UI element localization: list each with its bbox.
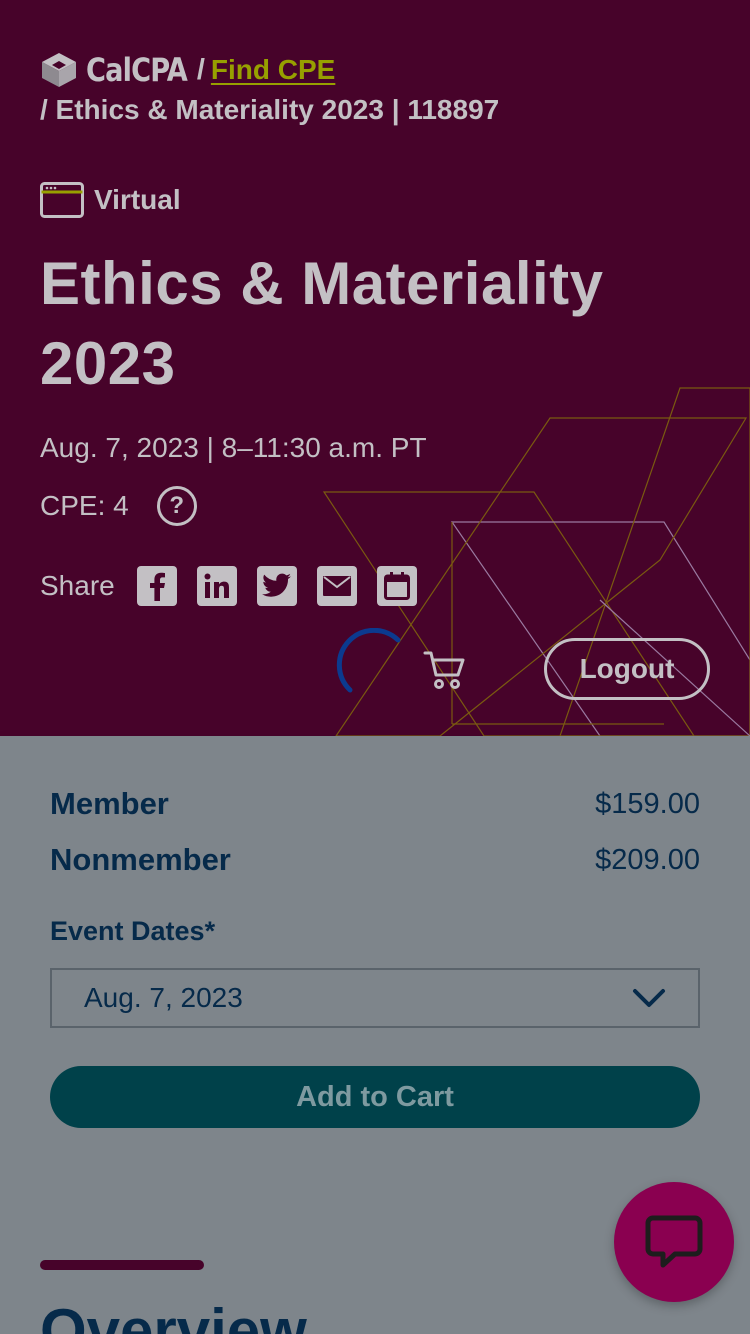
breadcrumb-current: / Ethics & Materiality 2023 | 118897 xyxy=(40,94,500,125)
event-dates-select[interactable]: Aug. 7, 2023 xyxy=(50,968,700,1028)
help-icon[interactable]: ? xyxy=(156,486,197,526)
member-price-row: Member $159.00 xyxy=(50,786,700,822)
registration-panel: Member $159.00 Nonmember $209.00 Event D… xyxy=(0,736,750,1178)
share-bar: Share xyxy=(40,566,437,606)
event-cpe: CPE: 4 ? xyxy=(40,486,197,526)
logo-text: CalCPA xyxy=(86,51,188,89)
add-to-cart-button[interactable]: Add to Cart xyxy=(50,1066,700,1128)
nonmember-price-row: Nonmember $209.00 xyxy=(50,842,700,878)
breadcrumb-separator: / xyxy=(196,54,205,86)
chevron-down-icon xyxy=(633,989,665,1007)
twitter-icon[interactable] xyxy=(256,566,297,606)
event-title: Ethics & Materiality 2023 xyxy=(40,250,604,397)
email-icon[interactable] xyxy=(316,566,357,606)
section-accent-bar xyxy=(40,1260,204,1270)
share-label: Share xyxy=(40,570,115,601)
overview-heading: Overview xyxy=(40,1297,307,1334)
member-price: $159.00 xyxy=(595,787,700,820)
calcpa-logo[interactable]: CalCPA xyxy=(40,50,205,90)
chat-button[interactable] xyxy=(614,1182,734,1302)
event-dates-label: Event Dates* xyxy=(50,916,216,946)
cart-icon[interactable] xyxy=(422,648,466,692)
calcpa-cube-icon xyxy=(42,53,76,87)
nonmember-label: Nonmember xyxy=(50,842,231,877)
breadcrumb-find-cpe-link[interactable]: Find CPE xyxy=(211,50,335,90)
event-hero: CalCPA / Find CPE / Ethics & Materiality… xyxy=(0,0,750,736)
logout-button[interactable]: Logout xyxy=(544,638,710,700)
linkedin-icon[interactable] xyxy=(196,566,237,606)
event-date-time: Aug. 7, 2023 | 8–11:30 a.m. PT xyxy=(40,432,427,463)
event-format: Virtual xyxy=(40,182,181,218)
event-dates-selected: Aug. 7, 2023 xyxy=(84,982,243,1013)
browser-window-icon xyxy=(40,182,84,218)
calendar-icon[interactable] xyxy=(376,566,417,606)
event-format-label: Virtual xyxy=(94,184,181,215)
loading-spinner-icon xyxy=(336,628,401,693)
member-label: Member xyxy=(50,786,169,821)
chat-bubble-icon xyxy=(645,1215,703,1268)
breadcrumb: CalCPA / Find CPE / Ethics & Materiality… xyxy=(40,50,720,130)
cpe-credits: CPE: 4 xyxy=(40,490,129,521)
facebook-icon[interactable] xyxy=(136,566,177,606)
nonmember-price: $209.00 xyxy=(595,843,700,876)
